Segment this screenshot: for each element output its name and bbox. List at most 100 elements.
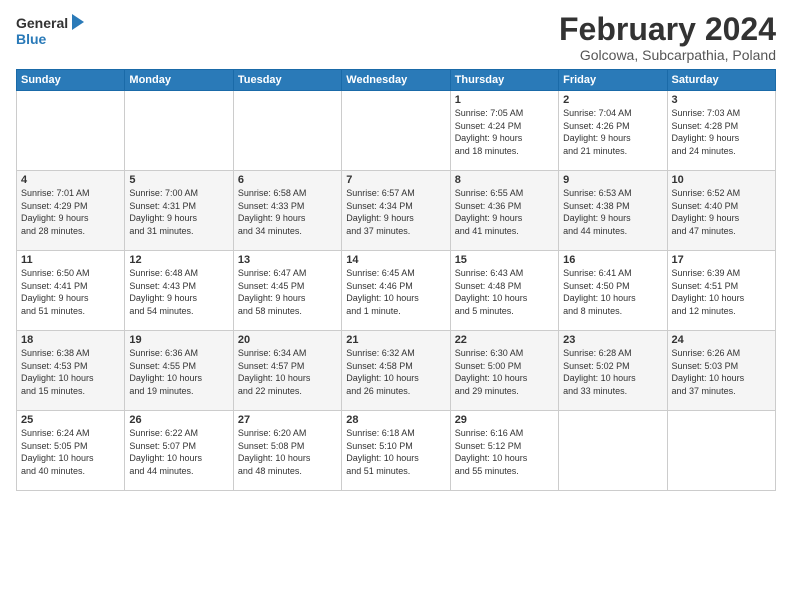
day-cell: 16Sunrise: 6:41 AM Sunset: 4:50 PM Dayli…: [559, 251, 667, 331]
day-cell: 23Sunrise: 6:28 AM Sunset: 5:02 PM Dayli…: [559, 331, 667, 411]
day-cell: 14Sunrise: 6:45 AM Sunset: 4:46 PM Dayli…: [342, 251, 450, 331]
day-number: 6: [238, 174, 337, 186]
main-title: February 2024: [559, 12, 776, 47]
day-cell: 20Sunrise: 6:34 AM Sunset: 4:57 PM Dayli…: [233, 331, 341, 411]
day-cell: 28Sunrise: 6:18 AM Sunset: 5:10 PM Dayli…: [342, 411, 450, 491]
day-number: 15: [455, 254, 554, 266]
day-cell: 18Sunrise: 6:38 AM Sunset: 4:53 PM Dayli…: [17, 331, 125, 411]
day-cell: [125, 91, 233, 171]
week-row-4: 18Sunrise: 6:38 AM Sunset: 4:53 PM Dayli…: [17, 331, 776, 411]
day-number: 13: [238, 254, 337, 266]
day-info: Sunrise: 6:16 AM Sunset: 5:12 PM Dayligh…: [455, 427, 554, 477]
day-info: Sunrise: 6:34 AM Sunset: 4:57 PM Dayligh…: [238, 347, 337, 397]
day-info: Sunrise: 7:01 AM Sunset: 4:29 PM Dayligh…: [21, 187, 120, 237]
day-number: 3: [672, 94, 771, 106]
svg-text:General: General: [16, 15, 68, 31]
day-number: 18: [21, 334, 120, 346]
day-cell: 24Sunrise: 6:26 AM Sunset: 5:03 PM Dayli…: [667, 331, 775, 411]
day-cell: 21Sunrise: 6:32 AM Sunset: 4:58 PM Dayli…: [342, 331, 450, 411]
title-section: February 2024 Golcowa, Subcarpathia, Pol…: [559, 12, 776, 63]
logo: GeneralBlue: [16, 12, 86, 52]
day-info: Sunrise: 6:38 AM Sunset: 4:53 PM Dayligh…: [21, 347, 120, 397]
day-info: Sunrise: 7:03 AM Sunset: 4:28 PM Dayligh…: [672, 107, 771, 157]
day-cell: 17Sunrise: 6:39 AM Sunset: 4:51 PM Dayli…: [667, 251, 775, 331]
day-info: Sunrise: 7:00 AM Sunset: 4:31 PM Dayligh…: [129, 187, 228, 237]
day-info: Sunrise: 6:52 AM Sunset: 4:40 PM Dayligh…: [672, 187, 771, 237]
day-number: 9: [563, 174, 662, 186]
day-info: Sunrise: 6:47 AM Sunset: 4:45 PM Dayligh…: [238, 267, 337, 317]
day-cell: [342, 91, 450, 171]
day-number: 20: [238, 334, 337, 346]
svg-text:Blue: Blue: [16, 31, 47, 47]
day-number: 17: [672, 254, 771, 266]
subtitle: Golcowa, Subcarpathia, Poland: [559, 47, 776, 63]
header-row: SundayMondayTuesdayWednesdayThursdayFrid…: [17, 70, 776, 91]
col-header-wednesday: Wednesday: [342, 70, 450, 91]
day-info: Sunrise: 6:39 AM Sunset: 4:51 PM Dayligh…: [672, 267, 771, 317]
day-cell: 6Sunrise: 6:58 AM Sunset: 4:33 PM Daylig…: [233, 171, 341, 251]
day-number: 12: [129, 254, 228, 266]
col-header-saturday: Saturday: [667, 70, 775, 91]
day-cell: 9Sunrise: 6:53 AM Sunset: 4:38 PM Daylig…: [559, 171, 667, 251]
day-number: 2: [563, 94, 662, 106]
day-number: 5: [129, 174, 228, 186]
day-cell: 12Sunrise: 6:48 AM Sunset: 4:43 PM Dayli…: [125, 251, 233, 331]
col-header-sunday: Sunday: [17, 70, 125, 91]
day-cell: 13Sunrise: 6:47 AM Sunset: 4:45 PM Dayli…: [233, 251, 341, 331]
day-info: Sunrise: 6:50 AM Sunset: 4:41 PM Dayligh…: [21, 267, 120, 317]
day-cell: [17, 91, 125, 171]
page: GeneralBlue February 2024 Golcowa, Subca…: [0, 0, 792, 612]
day-cell: 8Sunrise: 6:55 AM Sunset: 4:36 PM Daylig…: [450, 171, 558, 251]
week-row-3: 11Sunrise: 6:50 AM Sunset: 4:41 PM Dayli…: [17, 251, 776, 331]
day-info: Sunrise: 6:36 AM Sunset: 4:55 PM Dayligh…: [129, 347, 228, 397]
week-row-2: 4Sunrise: 7:01 AM Sunset: 4:29 PM Daylig…: [17, 171, 776, 251]
day-info: Sunrise: 6:30 AM Sunset: 5:00 PM Dayligh…: [455, 347, 554, 397]
day-info: Sunrise: 6:48 AM Sunset: 4:43 PM Dayligh…: [129, 267, 228, 317]
col-header-thursday: Thursday: [450, 70, 558, 91]
day-info: Sunrise: 7:05 AM Sunset: 4:24 PM Dayligh…: [455, 107, 554, 157]
day-cell: 25Sunrise: 6:24 AM Sunset: 5:05 PM Dayli…: [17, 411, 125, 491]
day-number: 11: [21, 254, 120, 266]
week-row-5: 25Sunrise: 6:24 AM Sunset: 5:05 PM Dayli…: [17, 411, 776, 491]
col-header-tuesday: Tuesday: [233, 70, 341, 91]
week-row-1: 1Sunrise: 7:05 AM Sunset: 4:24 PM Daylig…: [17, 91, 776, 171]
day-info: Sunrise: 6:24 AM Sunset: 5:05 PM Dayligh…: [21, 427, 120, 477]
day-number: 21: [346, 334, 445, 346]
day-info: Sunrise: 6:20 AM Sunset: 5:08 PM Dayligh…: [238, 427, 337, 477]
day-info: Sunrise: 6:45 AM Sunset: 4:46 PM Dayligh…: [346, 267, 445, 317]
day-cell: 26Sunrise: 6:22 AM Sunset: 5:07 PM Dayli…: [125, 411, 233, 491]
day-info: Sunrise: 6:28 AM Sunset: 5:02 PM Dayligh…: [563, 347, 662, 397]
day-number: 26: [129, 414, 228, 426]
day-number: 28: [346, 414, 445, 426]
day-cell: 29Sunrise: 6:16 AM Sunset: 5:12 PM Dayli…: [450, 411, 558, 491]
day-number: 23: [563, 334, 662, 346]
day-cell: [233, 91, 341, 171]
day-cell: 11Sunrise: 6:50 AM Sunset: 4:41 PM Dayli…: [17, 251, 125, 331]
day-number: 8: [455, 174, 554, 186]
day-info: Sunrise: 6:53 AM Sunset: 4:38 PM Dayligh…: [563, 187, 662, 237]
day-cell: 3Sunrise: 7:03 AM Sunset: 4:28 PM Daylig…: [667, 91, 775, 171]
day-cell: 22Sunrise: 6:30 AM Sunset: 5:00 PM Dayli…: [450, 331, 558, 411]
day-cell: [559, 411, 667, 491]
day-number: 24: [672, 334, 771, 346]
day-number: 14: [346, 254, 445, 266]
logo-svg: GeneralBlue: [16, 12, 86, 52]
day-number: 25: [21, 414, 120, 426]
calendar-table: SundayMondayTuesdayWednesdayThursdayFrid…: [16, 69, 776, 491]
day-number: 4: [21, 174, 120, 186]
day-cell: 4Sunrise: 7:01 AM Sunset: 4:29 PM Daylig…: [17, 171, 125, 251]
day-info: Sunrise: 7:04 AM Sunset: 4:26 PM Dayligh…: [563, 107, 662, 157]
day-info: Sunrise: 6:41 AM Sunset: 4:50 PM Dayligh…: [563, 267, 662, 317]
day-cell: 5Sunrise: 7:00 AM Sunset: 4:31 PM Daylig…: [125, 171, 233, 251]
col-header-monday: Monday: [125, 70, 233, 91]
day-info: Sunrise: 6:26 AM Sunset: 5:03 PM Dayligh…: [672, 347, 771, 397]
day-info: Sunrise: 6:32 AM Sunset: 4:58 PM Dayligh…: [346, 347, 445, 397]
day-number: 7: [346, 174, 445, 186]
day-info: Sunrise: 6:58 AM Sunset: 4:33 PM Dayligh…: [238, 187, 337, 237]
day-cell: 2Sunrise: 7:04 AM Sunset: 4:26 PM Daylig…: [559, 91, 667, 171]
day-cell: [667, 411, 775, 491]
day-cell: 27Sunrise: 6:20 AM Sunset: 5:08 PM Dayli…: [233, 411, 341, 491]
day-number: 16: [563, 254, 662, 266]
day-info: Sunrise: 6:57 AM Sunset: 4:34 PM Dayligh…: [346, 187, 445, 237]
day-info: Sunrise: 6:18 AM Sunset: 5:10 PM Dayligh…: [346, 427, 445, 477]
